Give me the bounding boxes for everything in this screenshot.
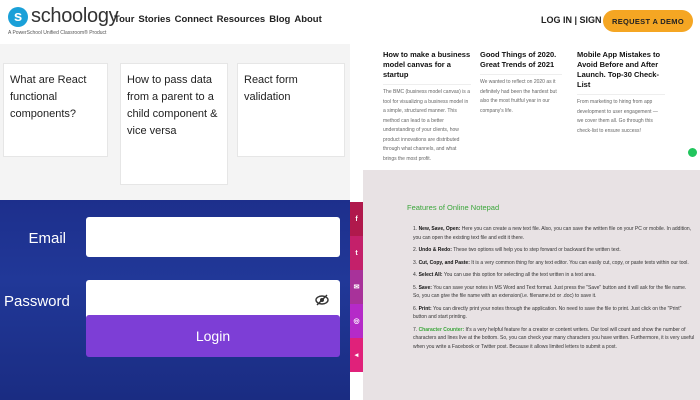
login-button[interactable]: Login xyxy=(86,315,340,357)
facebook-icon[interactable]: f xyxy=(350,202,363,236)
email-field[interactable] xyxy=(86,217,340,257)
nav-resources[interactable]: Resources xyxy=(217,14,266,25)
blog-excerpt: The BMC (business model canvas) is a too… xyxy=(383,84,471,164)
email-icon[interactable]: ✉ xyxy=(350,270,363,304)
eye-slash-icon[interactable] xyxy=(314,292,330,308)
nav-connect[interactable]: Connect xyxy=(175,14,213,25)
notepad-features-panel: Features of Online Notepad 1. New, Save,… xyxy=(363,170,700,400)
question-card[interactable]: How to pass data from a parent to a chil… xyxy=(120,63,228,185)
nav-blog[interactable]: Blog xyxy=(269,14,290,25)
schoology-s-icon: s xyxy=(8,6,28,27)
logo-tagline: A PowerSchool Unified Classroom® Product xyxy=(8,30,107,36)
question-text: What are React functional components? xyxy=(10,74,87,120)
nav-stories[interactable]: Stories xyxy=(138,14,170,25)
question-text: How to pass data from a parent to a chil… xyxy=(127,74,218,137)
blog-section: How to make a business model canvas for … xyxy=(350,44,700,169)
blog-card[interactable]: Good Things of 2020. Great Trends of 202… xyxy=(480,50,562,116)
notepad-title: Features of Online Notepad xyxy=(407,203,500,212)
question-text: React form validation xyxy=(244,74,298,103)
schoology-logo[interactable]: s schoology xyxy=(8,5,119,28)
list-item: 6. Print: You can directly print your no… xyxy=(413,305,682,321)
blog-card[interactable]: How to make a business model canvas for … xyxy=(383,50,471,164)
list-item: 5. Save: You can save your notes in MS W… xyxy=(413,284,687,300)
chat-widget-icon[interactable] xyxy=(687,147,698,158)
blog-title[interactable]: Good Things of 2020. Great Trends of 202… xyxy=(480,50,562,70)
whatsapp-icon[interactable]: ◎ xyxy=(350,304,363,338)
login-form: Email Password Login xyxy=(0,200,350,400)
request-demo-button[interactable]: REQUEST A DEMO xyxy=(603,10,693,32)
question-cards-area: What are React functional components? Ho… xyxy=(0,44,350,200)
social-share-bar: f t ✉ ◎ ◂ xyxy=(350,202,363,372)
list-item: 3. Cut, Copy, and Paste: It is a very co… xyxy=(413,259,689,266)
list-item: 2. Undo & Redo: These two options will h… xyxy=(413,247,621,253)
nav-about[interactable]: About xyxy=(294,14,321,25)
screen: s schoology A PowerSchool Unified Classr… xyxy=(0,0,700,400)
blog-excerpt: From marketing to hiring from app develo… xyxy=(577,94,665,136)
blog-title[interactable]: Mobile App Mistakes to Avoid Before and … xyxy=(577,50,665,90)
question-card[interactable]: React form validation xyxy=(237,63,345,157)
list-item: 1. New, Save, Open: Here you can create … xyxy=(413,226,692,241)
top-header: s schoology A PowerSchool Unified Classr… xyxy=(0,0,700,44)
blog-excerpt: We wanted to reflect on 2020 as it defin… xyxy=(480,74,562,116)
password-field[interactable] xyxy=(86,280,340,320)
features-list: 1. New, Save, Open: Here you can create … xyxy=(413,225,695,355)
share-icon[interactable]: ◂ xyxy=(350,338,363,372)
question-card[interactable]: What are React functional components? xyxy=(3,63,108,157)
nav-tour[interactable]: Tour xyxy=(114,14,134,25)
list-item: 4. Select All: You can use this option f… xyxy=(413,272,596,278)
email-label: Email xyxy=(28,230,66,247)
blog-card[interactable]: Mobile App Mistakes to Avoid Before and … xyxy=(577,50,665,136)
logo-text: schoology xyxy=(31,5,119,27)
twitter-icon[interactable]: t xyxy=(350,236,363,270)
main-nav: Tour Stories Connect Resources Blog Abou… xyxy=(114,14,322,25)
password-label: Password xyxy=(4,293,70,310)
blog-title[interactable]: How to make a business model canvas for … xyxy=(383,50,471,80)
list-item: 7. Character Counter: It's a very helpfu… xyxy=(413,326,695,350)
